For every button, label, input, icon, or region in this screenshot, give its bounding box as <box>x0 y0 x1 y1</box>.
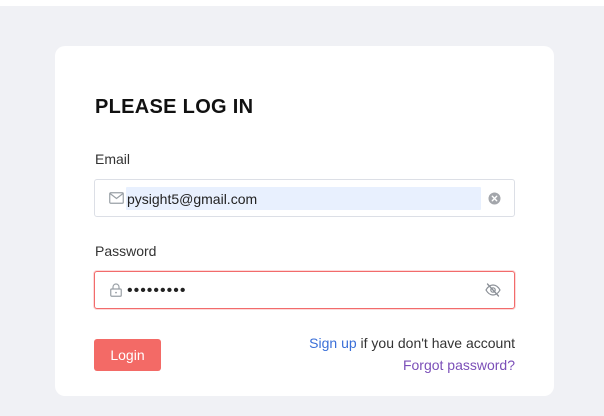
clear-icon[interactable] <box>488 192 501 205</box>
password-label: Password <box>95 243 157 259</box>
login-button[interactable]: Login <box>94 339 161 371</box>
signup-suffix: if you don't have account <box>356 335 515 351</box>
envelope-icon <box>108 191 124 205</box>
login-card: PLEASE LOG IN Email Password <box>55 46 554 396</box>
password-input[interactable] <box>126 279 481 302</box>
signup-prompt: Sign up if you don't have account <box>309 335 515 351</box>
email-label: Email <box>95 151 131 167</box>
email-input[interactable] <box>126 187 481 210</box>
signup-link[interactable]: Sign up <box>309 335 356 351</box>
email-field[interactable] <box>94 179 515 217</box>
eye-slash-icon[interactable] <box>485 282 501 298</box>
page-title: PLEASE LOG IN <box>95 96 254 118</box>
top-strip <box>0 0 604 6</box>
password-field[interactable] <box>94 271 515 309</box>
forgot-password-link[interactable]: Forgot password? <box>403 357 515 373</box>
lock-icon <box>108 283 124 297</box>
